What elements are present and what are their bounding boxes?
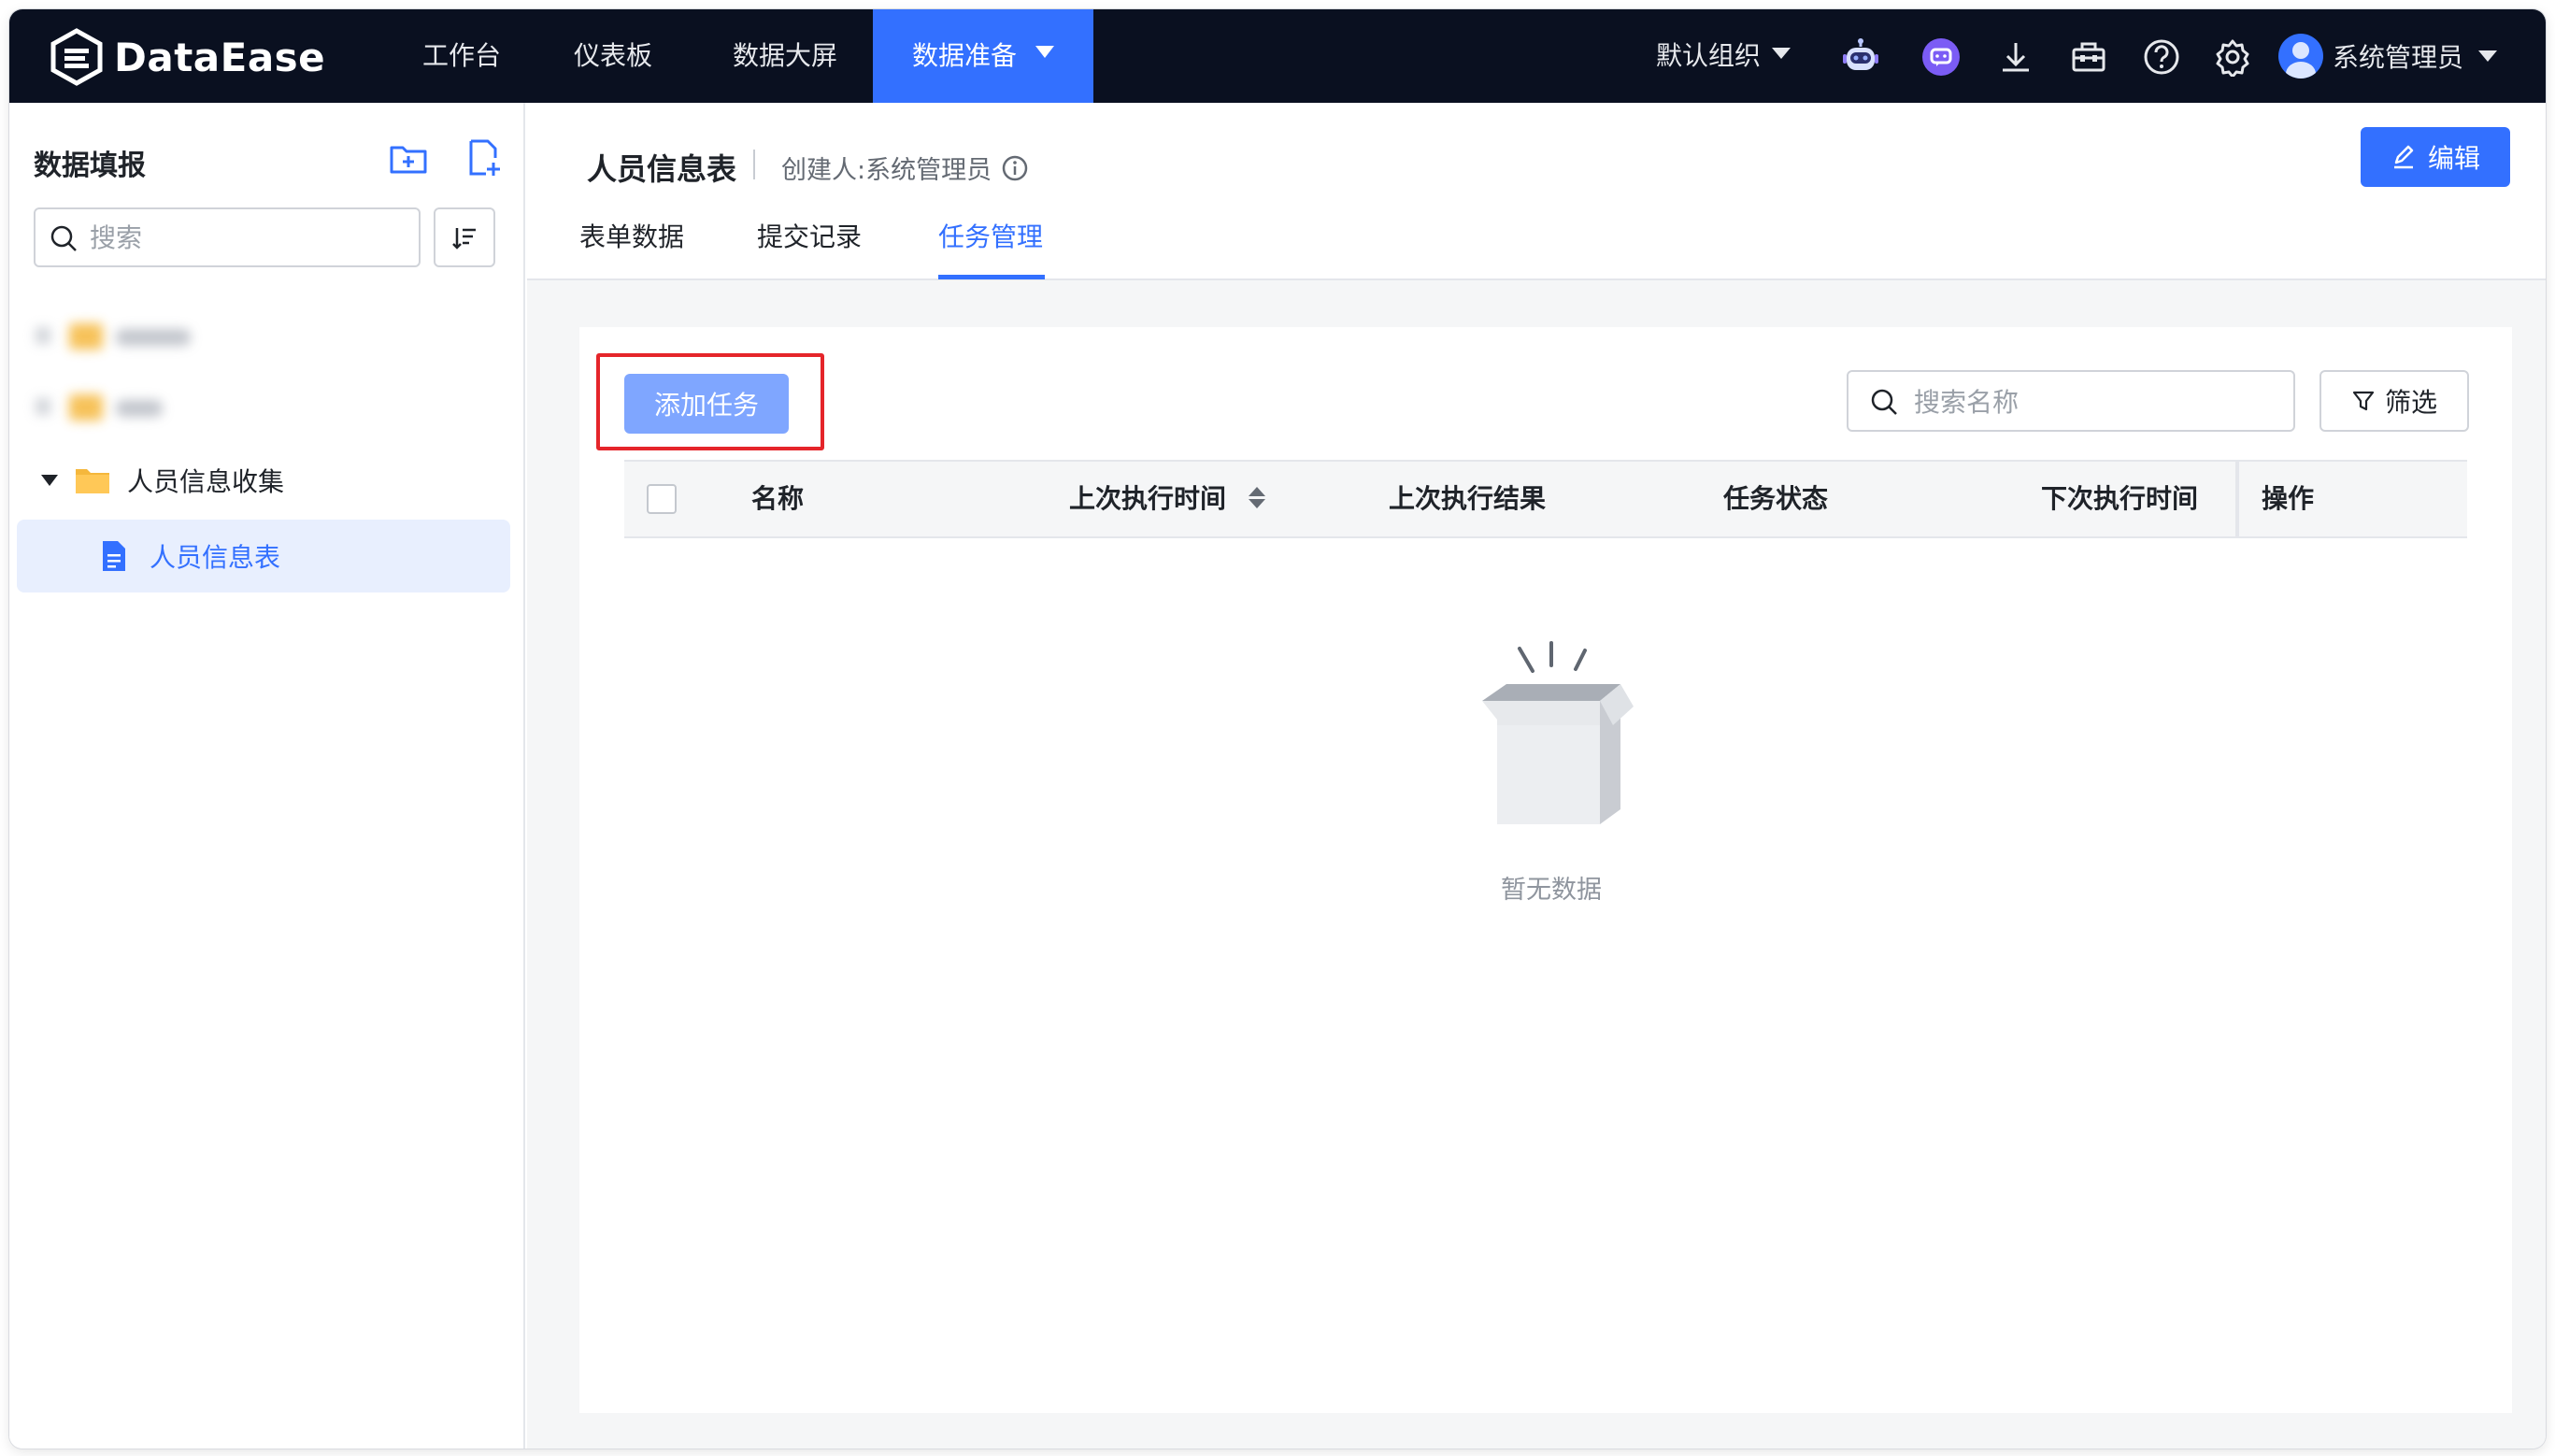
empty-state-text: 暂无数据 bbox=[1501, 876, 1602, 905]
filter-button-label: 筛选 bbox=[2384, 387, 2437, 418]
column-header-last-run-result: 上次执行结果 bbox=[1389, 483, 1547, 514]
org-label: 默认组织 bbox=[1656, 40, 1762, 71]
expand-caret-icon bbox=[41, 475, 58, 486]
user-menu[interactable]: 系统管理员 bbox=[2278, 33, 2498, 79]
download-icon[interactable] bbox=[1996, 37, 2035, 77]
org-selector[interactable]: 默认组织 bbox=[1656, 9, 1791, 103]
tree-file-item-selected[interactable]: 人员信息表 bbox=[17, 520, 510, 592]
creator-label: 创建人:系统管理员 bbox=[781, 156, 992, 185]
avatar bbox=[2278, 34, 2323, 79]
sidebar-title: 数据填报 bbox=[34, 150, 146, 182]
chat-bot-icon[interactable] bbox=[1921, 37, 1961, 77]
sidebar-search-input[interactable] bbox=[90, 217, 407, 258]
nav-data-prepare[interactable]: 数据准备 bbox=[873, 9, 1094, 103]
content-header: 人员信息表 创建人:系统管理员 编辑 表单数据 提交记录 任务管理 bbox=[527, 103, 2546, 280]
column-header-actions: 操作 bbox=[2262, 483, 2315, 514]
info-icon[interactable] bbox=[1001, 154, 1029, 182]
tree-folder-item[interactable]: 人员信息收集 bbox=[32, 454, 284, 507]
active-tab-indicator bbox=[938, 275, 1045, 279]
filter-icon bbox=[2352, 391, 2375, 411]
caret-down-icon bbox=[2478, 50, 2498, 62]
search-icon bbox=[1871, 389, 1897, 415]
empty-box-icon bbox=[1482, 641, 1634, 824]
sort-icon bbox=[452, 228, 476, 250]
dataease-logo-icon bbox=[50, 28, 103, 86]
new-file-icon[interactable] bbox=[462, 136, 505, 179]
page-title: 人员信息表 bbox=[587, 151, 737, 187]
sidebar: 数据填报 搜索 人员信息收集 人员信息表 bbox=[9, 103, 525, 1449]
help-icon[interactable] bbox=[2142, 37, 2181, 77]
brand-logo[interactable]: DataEase bbox=[49, 28, 325, 86]
blurred-tree-item[interactable] bbox=[36, 389, 222, 426]
select-all-checkbox[interactable] bbox=[647, 484, 677, 514]
nav-workbench[interactable]: 工作台 bbox=[422, 9, 501, 103]
sort-icon[interactable] bbox=[1248, 486, 1265, 508]
edit-button-label: 编辑 bbox=[2427, 143, 2480, 174]
column-header-next-run-time: 下次执行时间 bbox=[2041, 483, 2199, 514]
search-icon bbox=[50, 225, 77, 251]
app-window: DataEase 工作台 仪表板 数据大屏 数据准备 默认组织 系统管理员 数据… bbox=[9, 9, 2546, 1449]
document-icon bbox=[103, 541, 125, 571]
folder-icon bbox=[76, 469, 109, 493]
edit-icon bbox=[2393, 145, 2414, 169]
task-search bbox=[1847, 370, 2295, 432]
tab-submit-records[interactable]: 提交记录 bbox=[757, 217, 862, 254]
task-search-input[interactable] bbox=[1914, 381, 2278, 422]
robot-icon[interactable] bbox=[1841, 37, 1880, 77]
main-content: 人员信息表 创建人:系统管理员 编辑 表单数据 提交记录 任务管理 添加任务 搜… bbox=[527, 103, 2546, 1449]
tab-task-management[interactable]: 任务管理 bbox=[938, 217, 1043, 254]
nav-data-screen[interactable]: 数据大屏 bbox=[733, 9, 837, 103]
column-header-last-run-time-label: 上次执行时间 bbox=[1069, 483, 1227, 514]
creator-info: 创建人:系统管理员 bbox=[781, 150, 1029, 186]
add-task-button[interactable]: 添加任务 bbox=[624, 374, 789, 434]
tree-file-label: 人员信息表 bbox=[150, 542, 281, 573]
caret-down-icon bbox=[1772, 48, 1791, 59]
top-navbar: DataEase 工作台 仪表板 数据大屏 数据准备 默认组织 系统管理员 bbox=[9, 9, 2546, 103]
column-header-name: 名称 bbox=[751, 483, 805, 514]
gear-icon[interactable] bbox=[2213, 37, 2252, 79]
caret-down-icon bbox=[1035, 45, 1055, 58]
new-folder-icon[interactable] bbox=[387, 136, 430, 179]
sidebar-search bbox=[34, 207, 421, 267]
table-header: 名称 上次执行时间 上次执行结果 任务状态 下次执行时间 操作 bbox=[624, 460, 2467, 538]
nav-data-prepare-label: 数据准备 bbox=[912, 40, 1018, 71]
column-divider bbox=[2235, 462, 2239, 536]
column-header-last-run-time[interactable]: 上次执行时间 bbox=[1069, 462, 1265, 536]
blurred-tree-item[interactable] bbox=[36, 318, 222, 355]
column-header-task-status: 任务状态 bbox=[1723, 483, 1829, 514]
user-name: 系统管理员 bbox=[2333, 42, 2464, 73]
divider bbox=[753, 150, 755, 179]
toolbox-icon[interactable] bbox=[2069, 37, 2108, 77]
task-panel: 添加任务 筛选 名称 上次执行时间 bbox=[579, 327, 2512, 1413]
tab-form-data[interactable]: 表单数据 bbox=[579, 217, 684, 254]
filter-button[interactable]: 筛选 bbox=[2319, 370, 2469, 432]
edit-button[interactable]: 编辑 bbox=[2361, 127, 2510, 187]
sort-button[interactable] bbox=[434, 207, 495, 267]
tree-folder-label: 人员信息收集 bbox=[127, 466, 285, 497]
brand-name: DataEase bbox=[114, 34, 326, 80]
nav-dashboard[interactable]: 仪表板 bbox=[574, 9, 652, 103]
